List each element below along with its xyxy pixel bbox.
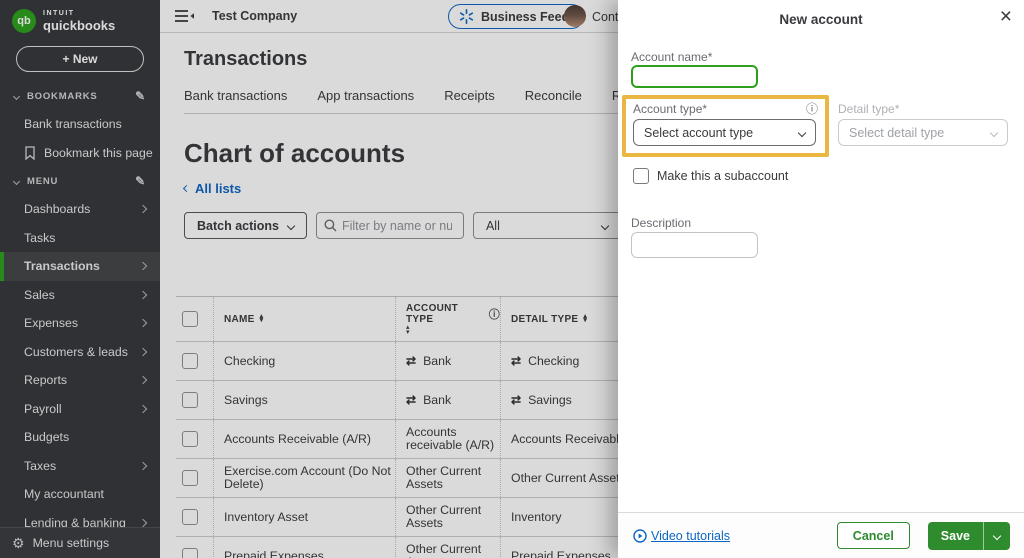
video-tutorials-link[interactable]: Video tutorials: [633, 529, 730, 543]
play-icon: [633, 528, 647, 543]
close-icon[interactable]: ×: [1000, 6, 1012, 27]
description-label: Description: [631, 216, 692, 230]
subaccount-checkbox[interactable]: [633, 168, 649, 184]
detail-type-dropdown[interactable]: Select detail type: [838, 119, 1008, 146]
save-split-button: Save: [927, 521, 1010, 550]
info-icon[interactable]: ⓘ: [806, 100, 818, 117]
detail-type-label: Detail type*: [838, 102, 900, 116]
account-type-label: Account type*: [633, 102, 708, 116]
save-button[interactable]: Save: [927, 521, 983, 550]
save-options-dropdown[interactable]: [983, 521, 1010, 550]
chevron-down-icon: [989, 128, 999, 137]
new-account-drawer: New account × Account name* Account type…: [618, 0, 1024, 558]
video-tutorials-label: Video tutorials: [651, 528, 730, 543]
cancel-button[interactable]: Cancel: [836, 522, 910, 549]
chevron-down-icon: [992, 531, 1002, 540]
drawer-footer: Video tutorials Cancel Save: [618, 512, 1024, 558]
quickbooks-app: qb INTUIT quickbooks + New BOOKMARKS ✎ B…: [0, 0, 1024, 558]
account-name-input[interactable]: [631, 65, 758, 88]
modal-scrim: [0, 0, 618, 558]
account-type-dropdown[interactable]: Select account type: [633, 119, 816, 146]
chevron-down-icon: [797, 128, 807, 137]
drawer-title: New account: [779, 12, 863, 27]
subaccount-row: Make this a subaccount: [633, 168, 788, 184]
description-input[interactable]: [631, 232, 758, 258]
subaccount-label: Make this a subaccount: [657, 169, 789, 183]
account-type-value: Select account type: [644, 125, 754, 140]
detail-type-value: Select detail type: [849, 125, 945, 140]
account-name-label: Account name*: [631, 50, 713, 64]
